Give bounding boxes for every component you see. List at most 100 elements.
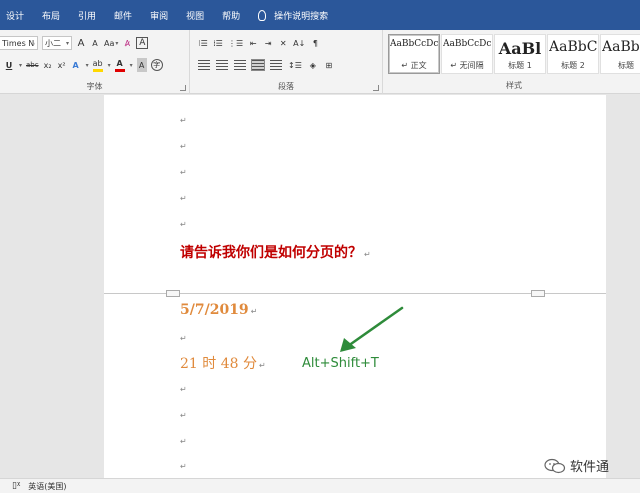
proofing-icon[interactable]: ▯ᵡ bbox=[12, 481, 20, 491]
paragraph-mark: ↵ bbox=[364, 250, 371, 259]
watermark-text: 软件通 bbox=[570, 460, 610, 475]
distributed-icon[interactable] bbox=[270, 60, 282, 70]
font-size-box[interactable]: 小二 ▾ bbox=[42, 36, 72, 50]
strikethrough-button[interactable]: abc bbox=[26, 58, 39, 72]
tab-view[interactable]: 视图 bbox=[186, 9, 204, 22]
paragraph-group: ⁝☰ ⁞☰ ⋮☰ ⇤ ⇥ ✕ A↓ ¶ ↕☰ ◈ ⊞ 段落 bbox=[190, 30, 383, 94]
wechat-logo-icon bbox=[544, 458, 566, 473]
page-handle-left bbox=[166, 290, 180, 297]
borders-icon[interactable]: ⊞ bbox=[324, 58, 334, 72]
justify-icon[interactable] bbox=[251, 59, 265, 71]
dialog-launcher-icon[interactable] bbox=[373, 85, 379, 91]
time-text: 21 时 48 分 bbox=[180, 356, 257, 372]
question-line[interactable]: 请告诉我你们是如何分页的？ ↵ bbox=[180, 242, 371, 262]
style-no-spacing[interactable]: AaBbCcDc ↵ 无间隔 bbox=[441, 34, 493, 74]
tab-mailings[interactable]: 邮件 bbox=[114, 9, 132, 22]
style-normal[interactable]: AaBbCcDc ↵ 正文 bbox=[388, 34, 440, 74]
char-shading-button[interactable]: A bbox=[136, 58, 147, 72]
chevron-down-icon: ▾ bbox=[129, 61, 133, 69]
change-case-button[interactable]: Aa ▾ bbox=[104, 36, 118, 50]
underline-button[interactable]: U bbox=[4, 58, 14, 72]
clear-formatting-icon[interactable]: A̷ bbox=[122, 36, 132, 50]
paragraph-mark: ↵ bbox=[180, 168, 187, 177]
time-line[interactable]: 21 时 48 分 ↵ bbox=[180, 353, 266, 373]
shading-bucket-icon[interactable]: ◈ bbox=[308, 58, 318, 72]
text-effects-button[interactable]: A bbox=[71, 58, 81, 72]
paragraph-mark: ↵ bbox=[180, 116, 187, 125]
chevron-down-icon: ▾ bbox=[115, 39, 119, 47]
style-name: 标题 1 bbox=[508, 61, 532, 70]
document-canvas[interactable] bbox=[104, 95, 606, 478]
style-sample: AaBbC bbox=[602, 39, 640, 55]
increase-indent-icon[interactable]: ⇥ bbox=[263, 36, 273, 50]
font-color-button[interactable]: A bbox=[114, 58, 125, 72]
lightbulb-icon bbox=[258, 9, 267, 21]
style-name: 标题 2 bbox=[561, 61, 585, 70]
chevron-down-icon: ▾ bbox=[65, 39, 69, 47]
style-heading-2[interactable]: AaBbC 标题 2 bbox=[547, 34, 599, 74]
sort-icon[interactable]: A↓ bbox=[293, 36, 305, 50]
change-case-label: Aa bbox=[104, 38, 115, 48]
chevron-down-icon: ▾ bbox=[19, 61, 23, 69]
tab-review[interactable]: 审阅 bbox=[150, 9, 168, 22]
tab-layout[interactable]: 布局 bbox=[42, 9, 60, 22]
paragraph-mark: ↵ bbox=[180, 334, 187, 343]
show-marks-icon[interactable]: ¶ bbox=[310, 36, 320, 50]
annotation-arrow-icon bbox=[340, 306, 404, 352]
subscript-button[interactable]: x₂ bbox=[43, 58, 53, 72]
tab-help[interactable]: 帮助 bbox=[222, 9, 240, 22]
style-title[interactable]: AaBbC 标题 bbox=[600, 34, 640, 74]
style-name: 标题 bbox=[618, 61, 634, 70]
styles-group-label: 样式 bbox=[506, 81, 522, 90]
paragraph-mark: ↵ bbox=[258, 361, 266, 370]
styles-gallery: AaBbCcDc ↵ 正文 AaBbCcDc ↵ 无间隔 AaBl 标题 1 A… bbox=[388, 34, 640, 74]
tell-me-search[interactable]: 操作说明搜索 bbox=[258, 9, 328, 22]
dialog-launcher-icon[interactable] bbox=[180, 85, 186, 91]
paragraph-mark: ↵ bbox=[180, 220, 187, 229]
font-size-value: 小二 bbox=[45, 38, 61, 48]
align-right-icon[interactable] bbox=[234, 60, 246, 70]
style-sample: AaBbC bbox=[549, 39, 597, 55]
tab-references[interactable]: 引用 bbox=[78, 9, 96, 22]
multilevel-list-icon[interactable]: ⋮☰ bbox=[228, 36, 243, 50]
paragraph-mark: ↵ bbox=[180, 411, 187, 420]
font-group: Times New R 小二▾ A A Aa▾ A̷ A U ▾ abc x₂ … bbox=[0, 30, 190, 94]
chevron-down-icon: ▾ bbox=[85, 61, 89, 69]
font-group-label: 字体 bbox=[86, 82, 103, 91]
decrease-indent-icon[interactable]: ⇤ bbox=[248, 36, 258, 50]
paragraph-mark: ↵ bbox=[250, 307, 258, 316]
align-center-icon[interactable] bbox=[216, 60, 228, 70]
style-name: ↵ 正文 bbox=[401, 61, 427, 70]
paragraph-mark: ↵ bbox=[180, 142, 187, 151]
date-line[interactable]: 5/7/2019 ↵ bbox=[180, 302, 257, 318]
watermark: 软件通 bbox=[544, 456, 609, 475]
char-border-button[interactable]: A bbox=[136, 37, 149, 49]
chinese-layout-icon[interactable]: ✕ bbox=[278, 36, 288, 50]
page-handle-right bbox=[531, 290, 545, 297]
language-status[interactable]: 英语(美国) bbox=[28, 481, 66, 492]
ribbon-tabs: 设计 布局 引用 邮件 审阅 视图 帮助 操作说明搜索 bbox=[0, 0, 640, 30]
numbering-icon[interactable]: ⁞☰ bbox=[213, 36, 223, 50]
highlighter-icon[interactable]: ab bbox=[92, 58, 103, 72]
paragraph-mark: ↵ bbox=[180, 385, 187, 394]
enclose-char-button[interactable]: 字 bbox=[150, 59, 163, 71]
paragraph-mark: ↵ bbox=[180, 194, 187, 203]
style-sample: AaBl bbox=[498, 39, 542, 58]
superscript-button[interactable]: x² bbox=[57, 58, 67, 72]
chevron-down-icon: ▾ bbox=[107, 61, 111, 69]
tab-design[interactable]: 设计 bbox=[6, 9, 24, 22]
line-spacing-icon[interactable]: ↕☰ bbox=[288, 58, 302, 72]
style-sample: AaBbCcDc bbox=[443, 39, 491, 49]
ribbon: Times New R 小二▾ A A Aa▾ A̷ A U ▾ abc x₂ … bbox=[0, 30, 640, 94]
tell-me-label: 操作说明搜索 bbox=[274, 11, 329, 22]
font-name-box[interactable]: Times New R bbox=[0, 36, 38, 50]
bullets-icon[interactable]: ⁝☰ bbox=[198, 36, 208, 50]
align-left-icon[interactable] bbox=[198, 60, 210, 70]
style-name: ↵ 无间隔 bbox=[450, 61, 484, 70]
status-bar: ▯ᵡ 英语(美国) bbox=[0, 478, 640, 493]
paragraph-mark: ↵ bbox=[180, 462, 187, 471]
shrink-font-button[interactable]: A bbox=[90, 36, 100, 50]
grow-font-button[interactable]: A bbox=[76, 36, 86, 50]
style-heading-1[interactable]: AaBl 标题 1 bbox=[494, 34, 546, 74]
question-text: 请告诉我你们是如何分页的？ bbox=[180, 245, 362, 261]
